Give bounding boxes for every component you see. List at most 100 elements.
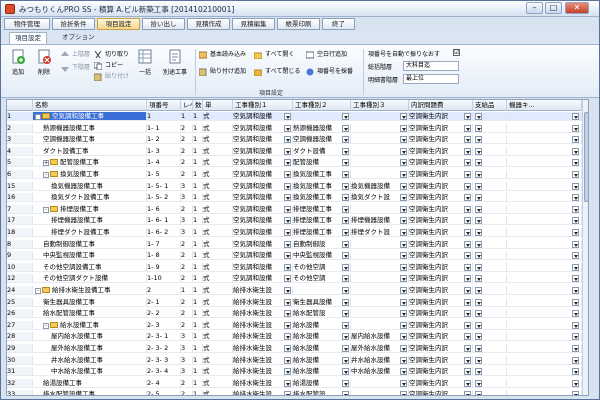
item-number-cell[interactable]: 2 — [147, 286, 181, 295]
dropdown-arrow-icon[interactable] — [572, 321, 579, 329]
work-type-cell[interactable]: 空調衛生内訳 — [409, 297, 473, 307]
dropdown-arrow-icon[interactable] — [475, 136, 482, 144]
work-type-cell[interactable]: 給水設備 — [293, 355, 351, 365]
item-number-cell[interactable]: 2- 3- 4 — [147, 367, 181, 377]
dropdown-arrow-icon[interactable] — [572, 333, 579, 341]
work-type-cell[interactable] — [351, 286, 409, 295]
supplied-cell[interactable] — [473, 112, 507, 121]
name-cell[interactable]: 給水配管設備工事 — [33, 309, 147, 319]
row-number[interactable]: 3 — [7, 135, 33, 145]
dropdown-arrow-icon[interactable] — [475, 171, 482, 178]
quantity-cell[interactable]: 1 — [193, 170, 203, 179]
quantity-cell[interactable]: 1 — [193, 274, 203, 284]
dropdown-arrow-icon[interactable] — [475, 321, 482, 329]
unit-cell[interactable]: 式 — [203, 135, 233, 145]
work-type-cell[interactable]: 換気ダクト設 — [351, 193, 409, 203]
work-type-cell[interactable]: 換気設備工事 — [293, 170, 351, 179]
work-type-cell[interactable]: 空気調和設備 — [233, 170, 293, 179]
dropdown-arrow-icon[interactable] — [284, 217, 291, 225]
level-cell[interactable]: 2 — [181, 274, 193, 284]
level-cell[interactable]: 2 — [181, 390, 193, 395]
dropdown-arrow-icon[interactable] — [284, 113, 291, 120]
work-type-cell[interactable]: 空調衛生内訳 — [409, 123, 473, 133]
dropdown-arrow-icon[interactable] — [572, 113, 579, 120]
table-row[interactable]: 6 - 換気設備工事 1- 5 2 1 式 空気調和設備 換気設備工事 空調衛生内訳 — [7, 170, 582, 179]
table-row[interactable]: 18 排煙ダクト設備工事 1- 6- 2 3 1 式 空気調和設備 排煙設備工事 排煙ダクト設 空… — [7, 228, 582, 237]
column-header[interactable]: 単 — [203, 100, 233, 111]
equipment-cell[interactable] — [507, 216, 582, 226]
table-row[interactable]: 33 排水配管設備工事 2- 5 2 1 式 給排水衛生設 排水配管設 空調衛生内訳 — [7, 390, 582, 395]
supplied-cell[interactable] — [473, 181, 507, 191]
dropdown-arrow-icon[interactable] — [464, 194, 471, 202]
dropdown-arrow-icon[interactable] — [572, 275, 579, 283]
dropdown-arrow-icon[interactable] — [342, 113, 349, 120]
work-type-cell[interactable]: 給排水衛生設 — [233, 297, 293, 307]
item-number-cell[interactable]: 2- 1 — [147, 297, 181, 307]
maximize-icon[interactable]: □ — [545, 2, 562, 14]
row-number[interactable]: 18 — [7, 228, 33, 237]
equipment-cell[interactable] — [507, 309, 582, 319]
dropdown-arrow-icon[interactable] — [400, 229, 407, 236]
row-number[interactable]: 6 — [7, 170, 33, 179]
insert-blank-button[interactable]: 空白行追加 — [305, 50, 347, 60]
name-cell[interactable]: - 排煙設備工事 — [33, 204, 147, 214]
dropdown-arrow-icon[interactable] — [342, 275, 349, 283]
column-header[interactable]: レベル — [181, 100, 193, 111]
dropdown-arrow-icon[interactable] — [475, 252, 482, 260]
table-row[interactable]: 24- 給排水衛生設備工事 2 1 1 式給排水衛生設 空調衛生内訳 — [7, 286, 582, 295]
supplied-cell[interactable] — [473, 123, 507, 133]
quantity-cell[interactable]: 1 — [193, 158, 203, 168]
work-type-cell[interactable]: 換気設備工事 — [293, 181, 351, 191]
table-row[interactable]: 25 衛生器具設備工事 2- 1 2 1 式 給排水衛生設 衛生器具設備 空調衛生内訳 — [7, 297, 582, 307]
dropdown-arrow-icon[interactable] — [464, 310, 471, 318]
row-number[interactable]: 30 — [7, 355, 33, 365]
dropdown-arrow-icon[interactable] — [284, 194, 291, 202]
equipment-cell[interactable] — [507, 123, 582, 133]
single-button[interactable]: 一括 — [134, 49, 156, 76]
dropdown-arrow-icon[interactable] — [464, 356, 471, 364]
work-type-cell[interactable] — [351, 390, 409, 395]
dropdown-arrow-icon[interactable] — [475, 229, 482, 236]
unit-cell[interactable]: 式 — [203, 251, 233, 261]
work-type-cell[interactable]: 空調衛生内訳 — [409, 239, 473, 249]
dropdown-arrow-icon[interactable] — [464, 182, 471, 190]
unit-cell[interactable]: 式 — [203, 170, 233, 179]
name-cell[interactable]: - 給排水衛生設備工事 — [33, 286, 147, 295]
work-type-cell[interactable]: 空気調和設備 — [233, 262, 293, 272]
item-number-cell[interactable]: 1- 8 — [147, 251, 181, 261]
row-number[interactable]: 1 — [7, 112, 33, 121]
dropdown-arrow-icon[interactable] — [342, 379, 349, 387]
dropdown-arrow-icon[interactable] — [284, 240, 291, 248]
name-cell[interactable]: - 換気設備工事 — [33, 170, 147, 179]
equipment-cell[interactable] — [507, 135, 582, 145]
dropdown-arrow-icon[interactable] — [342, 391, 349, 395]
work-type-cell[interactable]: 給水設備 — [293, 320, 351, 330]
work-type-cell[interactable] — [351, 297, 409, 307]
table-row[interactable]: 30 井水給水設備工事 2- 3- 3 3 1 式 給排水衛生設 給水設備 井水給水設備 空調衛生… — [7, 355, 582, 365]
quantity-cell[interactable]: 1 — [193, 344, 203, 353]
dropdown-arrow-icon[interactable] — [464, 240, 471, 248]
dropdown-arrow-icon[interactable] — [400, 217, 407, 225]
work-type-cell[interactable] — [351, 309, 409, 319]
level-cell[interactable]: 2 — [181, 170, 193, 179]
column-header[interactable]: 支給品 — [473, 100, 507, 111]
dropdown-arrow-icon[interactable] — [464, 379, 471, 387]
item-number-cell[interactable]: 2- 3- 3 — [147, 355, 181, 365]
work-type-cell[interactable] — [351, 123, 409, 133]
supplied-cell[interactable] — [473, 332, 507, 342]
dropdown-arrow-icon[interactable] — [400, 205, 407, 213]
expand-toggle-icon[interactable]: - — [35, 288, 41, 294]
supplied-cell[interactable] — [473, 297, 507, 307]
item-number-cell[interactable]: 1- 6- 1 — [147, 216, 181, 226]
column-header[interactable]: 機器キ... — [507, 100, 582, 111]
dropdown-arrow-icon[interactable] — [400, 287, 407, 294]
equipment-cell[interactable] — [507, 262, 582, 272]
table-row[interactable]: 8 自動制御設備工事 1- 7 2 1 式 空気調和設備 自動制御設 空調衛生内訳 — [7, 239, 582, 249]
work-type-cell[interactable]: 給湯設備 — [293, 378, 351, 388]
dropdown-arrow-icon[interactable] — [284, 391, 291, 395]
work-type-cell[interactable]: 空気調和設備 — [233, 274, 293, 284]
quantity-cell[interactable]: 1 — [193, 286, 203, 295]
unit-cell[interactable]: 式 — [203, 355, 233, 365]
menu-item-estimate-edit[interactable]: 見積編集 — [232, 18, 275, 30]
dropdown-arrow-icon[interactable] — [400, 368, 407, 376]
